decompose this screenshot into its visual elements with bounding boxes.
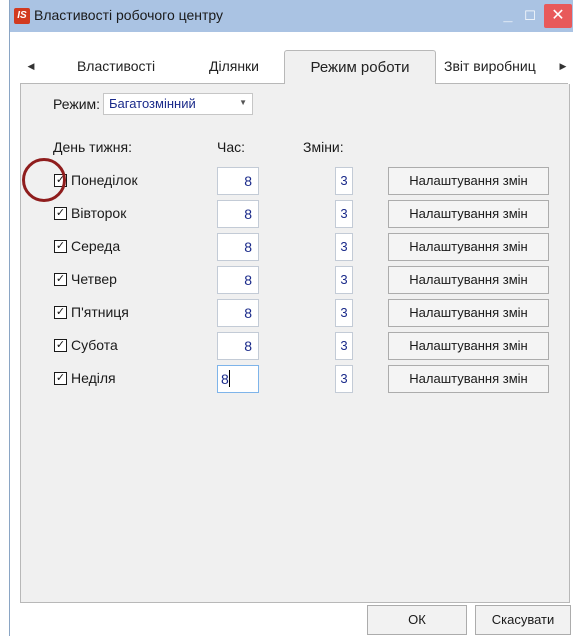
- saturday-shift-settings-button[interactable]: Налаштування змін: [388, 332, 549, 360]
- tuesday-shift-settings-button[interactable]: Налаштування змін: [388, 200, 549, 228]
- ok-button[interactable]: ОК: [367, 605, 467, 635]
- shifts-column-header: Зміни:: [303, 139, 344, 155]
- properties-dialog: IS Властивості робочого центру _ ☐ ✕ ◀ В…: [9, 0, 573, 636]
- day-row-thursday: ✓ Четвер 8 3 Налаштування змін: [21, 266, 569, 294]
- friday-label: П'ятниця: [71, 304, 129, 320]
- wednesday-hours-input[interactable]: 8: [217, 233, 259, 261]
- monday-hours-input[interactable]: 8: [217, 167, 259, 195]
- tab-work-mode[interactable]: Режим роботи: [284, 50, 436, 85]
- cancel-button[interactable]: Скасувати: [475, 605, 571, 635]
- thursday-checkbox[interactable]: ✓: [54, 273, 67, 286]
- day-row-sunday: ✓ Неділя 8 3 Налаштування змін: [21, 365, 569, 393]
- day-column-header: День тижня:: [53, 139, 132, 155]
- hours-column-header: Час:: [217, 139, 246, 155]
- saturday-shifts-input[interactable]: 3: [335, 332, 353, 360]
- thursday-shift-settings-button[interactable]: Налаштування змін: [388, 266, 549, 294]
- friday-checkbox[interactable]: ✓: [54, 306, 67, 319]
- tab-strip: ◀ Властивості Ділянки Режим роботи Звіт …: [20, 50, 568, 85]
- caret-right-icon[interactable]: ▶: [558, 58, 568, 74]
- saturday-hours-input[interactable]: 8: [217, 332, 259, 360]
- tuesday-hours-input[interactable]: 8: [217, 200, 259, 228]
- monday-shifts-input[interactable]: 3: [335, 167, 353, 195]
- wednesday-shifts-input[interactable]: 3: [335, 233, 353, 261]
- day-row-saturday: ✓ Субота 8 3 Налаштування змін: [21, 332, 569, 360]
- thursday-label: Четвер: [71, 271, 117, 287]
- tuesday-checkbox[interactable]: ✓: [54, 207, 67, 220]
- sunday-shift-settings-button[interactable]: Налаштування змін: [388, 365, 549, 393]
- annotation-circle: [22, 158, 66, 202]
- tab-production-report[interactable]: Звіт виробниц: [444, 50, 556, 83]
- wednesday-checkbox[interactable]: ✓: [54, 240, 67, 253]
- friday-shift-settings-button[interactable]: Налаштування змін: [388, 299, 549, 327]
- tab-properties[interactable]: Властивості: [50, 50, 182, 83]
- day-row-wednesday: ✓ Середа 8 3 Налаштування змін: [21, 233, 569, 261]
- wednesday-shift-settings-button[interactable]: Налаштування змін: [388, 233, 549, 261]
- thursday-shifts-input[interactable]: 3: [335, 266, 353, 294]
- wednesday-label: Середа: [71, 238, 121, 254]
- work-mode-panel: Режим: Багатозмінний ▼ День тижня: Час: …: [20, 84, 570, 603]
- chevron-down-icon[interactable]: ▼: [239, 98, 247, 107]
- window-title: Властивості робочого центру: [34, 7, 224, 23]
- day-row-monday: ✓ Понеділок 8 3 Налаштування змін: [21, 167, 569, 195]
- sunday-shifts-input[interactable]: 3: [335, 365, 353, 393]
- caret-left-icon[interactable]: ◀: [26, 58, 36, 74]
- maximize-button[interactable]: ☐: [520, 4, 540, 28]
- monday-label: Понеділок: [71, 172, 138, 188]
- friday-hours-input[interactable]: 8: [217, 299, 259, 327]
- mode-select[interactable]: Багатозмінний ▼: [103, 93, 253, 115]
- tuesday-shifts-input[interactable]: 3: [335, 200, 353, 228]
- saturday-checkbox[interactable]: ✓: [54, 339, 67, 352]
- thursday-hours-input[interactable]: 8: [217, 266, 259, 294]
- sunday-label: Неділя: [71, 370, 116, 386]
- saturday-label: Субота: [71, 337, 118, 353]
- title-bar[interactable]: IS Властивості робочого центру _ ☐ ✕: [10, 0, 573, 32]
- mode-select-value: Багатозмінний: [109, 96, 196, 111]
- sunday-hours-value: 8: [221, 371, 229, 387]
- text-caret: [228, 370, 230, 387]
- tuesday-label: Вівторок: [71, 205, 127, 221]
- mode-label: Режим:: [53, 96, 101, 112]
- day-row-tuesday: ✓ Вівторок 8 3 Налаштування змін: [21, 200, 569, 228]
- monday-shift-settings-button[interactable]: Налаштування змін: [388, 167, 549, 195]
- friday-shifts-input[interactable]: 3: [335, 299, 353, 327]
- close-button[interactable]: ✕: [544, 4, 572, 28]
- sunday-hours-input[interactable]: 8: [217, 365, 259, 393]
- sunday-checkbox[interactable]: ✓: [54, 372, 67, 385]
- day-row-friday: ✓ П'ятниця 8 3 Налаштування змін: [21, 299, 569, 327]
- app-logo-icon: IS: [14, 8, 30, 24]
- minimize-button[interactable]: _: [498, 4, 518, 28]
- tab-sections[interactable]: Ділянки: [192, 50, 276, 83]
